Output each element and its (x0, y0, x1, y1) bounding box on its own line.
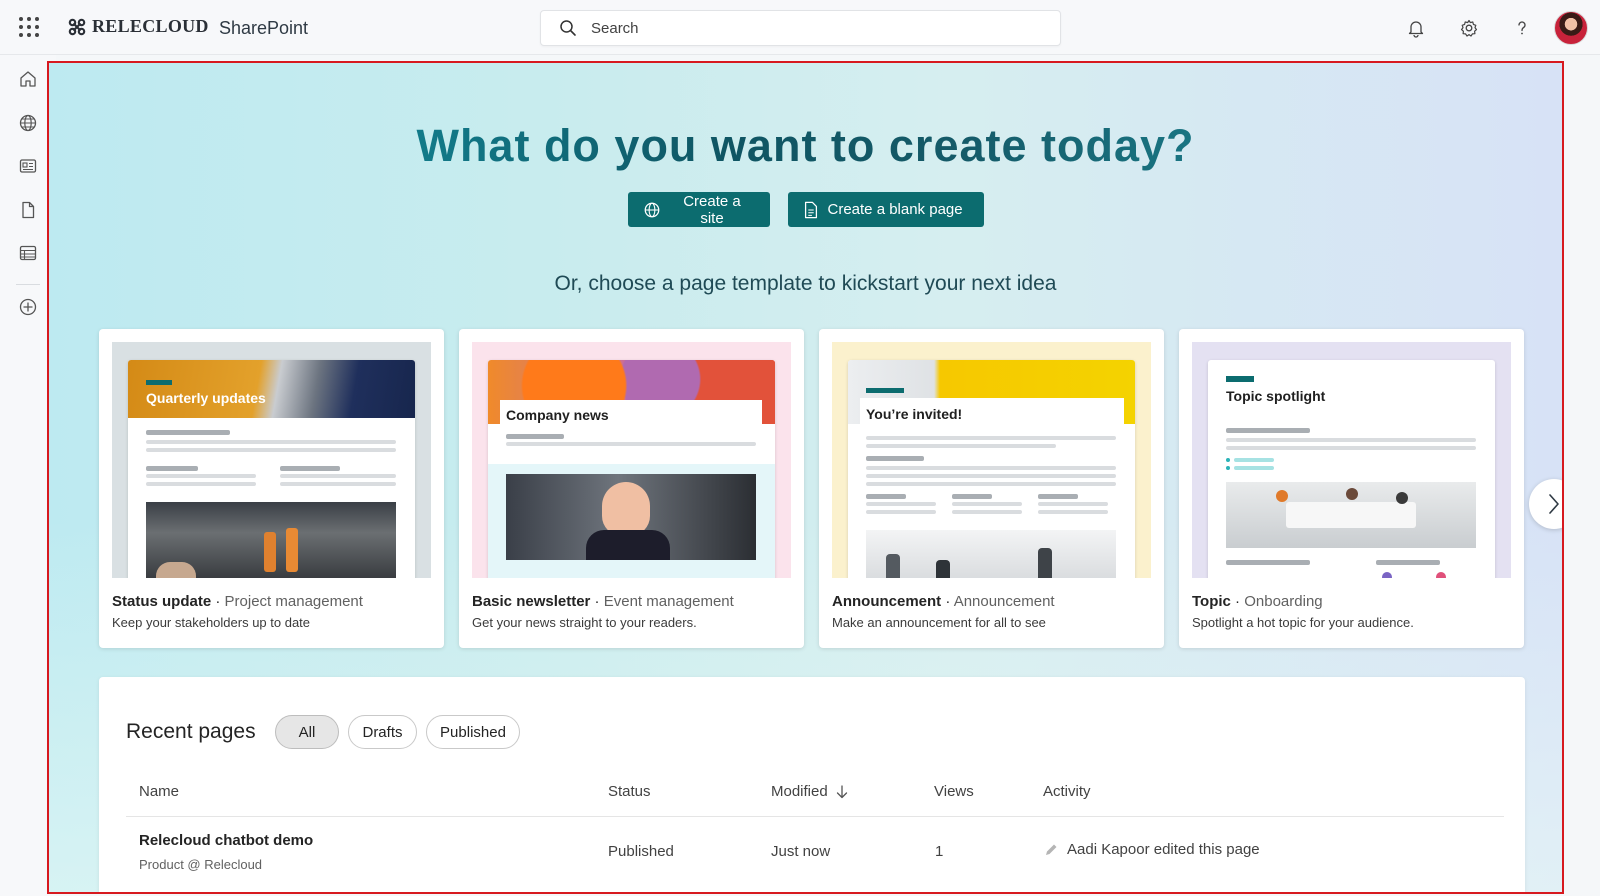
bell-icon (1408, 20, 1423, 38)
column-name[interactable]: Name (139, 783, 179, 800)
preview-photo-meeting (1226, 482, 1476, 548)
brand-name: RELECLOUD (92, 16, 209, 36)
create-site-label: Create a site (683, 192, 741, 227)
row-page-name[interactable]: Relecloud chatbot demo (139, 832, 313, 849)
app-launcher-icon[interactable] (19, 17, 41, 39)
hero-actions: Create a site Create a blank page (47, 192, 1564, 227)
row-activity-text: Aadi Kapoor edited this page (1067, 841, 1260, 858)
page-icon (804, 201, 817, 218)
pencil-icon (1046, 844, 1057, 855)
create-site-button[interactable]: Create a site (627, 192, 770, 227)
sort-descending-icon (836, 784, 847, 798)
template-title: Announcement · Announcement (832, 593, 1055, 610)
globe-icon (644, 202, 659, 217)
document-icon (22, 201, 35, 219)
rail-lists[interactable] (16, 241, 40, 265)
preview-photo-workers (146, 502, 396, 578)
create-blank-page-button[interactable]: Create a blank page (787, 192, 984, 227)
add-circle-icon (19, 298, 37, 316)
template-card-status-update[interactable]: Quarterly updates Status update · Projec… (99, 329, 444, 648)
template-preview-page: Company news (488, 360, 775, 578)
rail-files[interactable] (16, 198, 40, 222)
template-title: Basic newsletter · Event management (472, 593, 734, 610)
rail-sites[interactable] (16, 111, 40, 135)
preview-photo-office (866, 530, 1116, 578)
template-description: Keep your stakeholders up to date (112, 615, 311, 630)
top-bar: RELECLOUD SharePoint (0, 0, 1600, 55)
row-activity: Aadi Kapoor edited this page (1043, 841, 1260, 858)
column-modified[interactable]: Modified (771, 783, 848, 800)
accent-bar (146, 380, 172, 385)
template-preview: Company news (472, 342, 791, 578)
column-modified-label: Modified (771, 783, 828, 800)
app-name[interactable]: SharePoint (219, 18, 308, 39)
accent-bar (866, 388, 904, 393)
template-card-announcement[interactable]: You’re invited! Announcement · Announcem… (819, 329, 1164, 648)
create-start-page: What do you want to create today? Create… (47, 61, 1564, 894)
top-actions (1389, 0, 1600, 55)
status-banner-image (128, 360, 415, 418)
template-preview: Topic spotlight (1192, 342, 1511, 578)
settings-button[interactable] (1442, 0, 1495, 55)
template-title: Status update · Project management (112, 593, 363, 610)
accent-bar (1226, 376, 1254, 382)
column-status[interactable]: Status (608, 783, 651, 800)
template-preview: Quarterly updates (112, 342, 431, 578)
rail-create[interactable] (16, 295, 40, 319)
next-templates-button[interactable] (1529, 479, 1564, 529)
preview-banner-title: Company news (506, 407, 609, 423)
gear-icon (1460, 19, 1477, 37)
template-title: Topic · Onboarding (1192, 593, 1323, 610)
template-subtitle: Or, choose a page template to kickstart … (554, 272, 1057, 295)
row-status: Published (608, 843, 674, 860)
row-site-name: Product @ Relecloud (139, 857, 263, 872)
preview-photo-person (506, 474, 756, 560)
row-modified: Just now (771, 843, 831, 860)
template-card-topic[interactable]: Topic spotlight Topic · Onboarding Spotl… (1179, 329, 1524, 648)
list-icon (19, 245, 37, 261)
recent-pages-title: Recent pages (126, 720, 256, 743)
rail-home[interactable] (16, 67, 40, 91)
column-activity[interactable]: Activity (1043, 783, 1091, 800)
row-views: 1 (935, 843, 944, 860)
column-views[interactable]: Views (934, 783, 974, 800)
notifications-button[interactable] (1389, 0, 1442, 55)
preview-banner-title: You’re invited! (866, 406, 963, 422)
news-icon (19, 159, 37, 173)
recent-pages-panel: Recent pages All Drafts Published Name S… (99, 677, 1525, 894)
filter-all[interactable]: All (275, 715, 339, 749)
template-preview: You’re invited! (832, 342, 1151, 578)
template-description: Spotlight a hot topic for your audience. (1192, 615, 1414, 630)
preview-banner-title: Topic spotlight (1226, 388, 1326, 404)
search-box[interactable] (540, 10, 1061, 46)
header-divider (126, 816, 1504, 817)
search-icon (560, 20, 576, 36)
preview-banner-title: Quarterly updates (146, 390, 266, 406)
help-button[interactable] (1495, 0, 1548, 55)
template-description: Get your news straight to your readers. (472, 615, 697, 630)
relecloud-logo-icon (68, 18, 86, 35)
help-icon (1517, 20, 1526, 34)
chevron-right-icon (1549, 494, 1559, 514)
globe-icon (19, 114, 37, 132)
rail-news[interactable] (16, 154, 40, 178)
filter-drafts[interactable]: Drafts (348, 715, 417, 749)
template-description: Make an announcement for all to see (832, 615, 1046, 630)
page-title: What do you want to create today? (47, 120, 1564, 172)
brand[interactable]: RELECLOUD (68, 16, 209, 37)
rail-separator (16, 284, 40, 285)
template-preview-page: Quarterly updates (128, 360, 415, 578)
template-card-basic-newsletter[interactable]: Company news Basic newsletter · Event ma… (459, 329, 804, 648)
user-avatar[interactable] (1554, 10, 1588, 45)
filter-published[interactable]: Published (426, 715, 520, 749)
template-preview-page: You’re invited! (848, 360, 1135, 578)
search-input[interactable] (591, 19, 1031, 37)
template-preview-page: Topic spotlight (1208, 360, 1495, 578)
create-page-label: Create a blank page (827, 201, 963, 218)
home-icon (20, 71, 36, 87)
